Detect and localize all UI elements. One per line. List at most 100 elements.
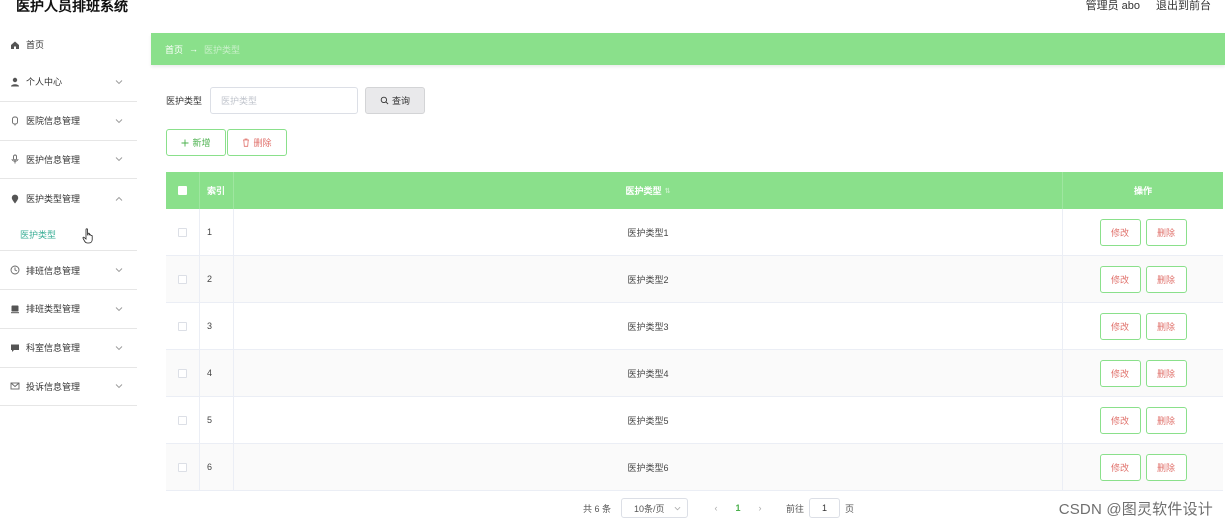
add-button[interactable]: 新增 [166,129,226,156]
sidebar-item-label: 投诉信息管理 [26,381,81,392]
chevron-down-icon [115,307,123,312]
watermark: CSDN @图灵软件设计 [1058,501,1213,518]
chevron-down-icon [115,80,123,85]
search-row: 医护类型 查询 [166,87,426,114]
main-content: 首页 → 医护类型 医护类型 查询 新增 删除 索引 医护类型 ⇅ 操作 [151,33,1225,523]
sidebar: 首页 个人中心 医院信息管理 医护信息管理 医护类型管理 医护类型 排班信息管理… [0,26,137,523]
row-index: 6 [200,444,234,490]
edit-button[interactable]: 修改 [1099,453,1141,481]
row-select-cell [166,303,200,349]
chat-icon [10,343,20,353]
chevron-down-icon [115,384,123,389]
plus-icon [181,139,189,146]
row-operations: 修改 删除 [1063,444,1223,490]
table-row: 1 医护类型1 修改 删除 [166,209,1223,256]
sidebar-item-home[interactable]: 首页 [0,26,137,63]
document-icon [10,304,20,314]
hand-cursor-icon [82,228,93,244]
app-title: 医护人员排班系统 [16,0,128,14]
sidebar-item-schedule-type[interactable]: 排班类型管理 [0,290,137,329]
select-all-checkbox[interactable] [178,186,187,195]
sidebar-item-schedule-info[interactable]: 排班信息管理 [0,251,137,290]
delete-button[interactable]: 删除 [1145,312,1187,340]
microphone-icon [10,154,20,164]
search-button-label: 查询 [392,96,411,106]
sidebar-item-medical-type-mgmt[interactable]: 医护类型管理 [0,179,137,218]
search-button[interactable]: 查询 [365,87,426,114]
search-input[interactable] [210,87,359,114]
delete-button[interactable]: 删除 [1145,406,1187,434]
row-select-cell [166,256,200,302]
row-checkbox[interactable] [178,415,187,425]
delete-button[interactable]: 删除 [1145,359,1187,387]
mail-icon [10,381,20,391]
row-index: 2 [200,256,234,302]
sidebar-item-personal-center[interactable]: 个人中心 [0,63,137,102]
sidebar-subitem-label: 医护类型 [20,229,57,240]
edit-button[interactable]: 修改 [1099,312,1141,340]
table-row: 2 医护类型2 修改 删除 [166,256,1223,303]
row-checkbox[interactable] [178,274,187,284]
pagination: 共 6 条 10条/页 ‹ 1 › 前往 页 [583,498,854,518]
sidebar-item-label: 排班信息管理 [26,265,81,276]
row-checkbox[interactable] [178,462,187,472]
chevron-down-icon [115,268,123,273]
sort-icon[interactable]: ⇅ [665,187,671,195]
header-index: 索引 [200,172,234,209]
add-button-label: 新增 [192,138,211,148]
page-size-value: 10条/页 [634,503,665,514]
sidebar-item-department-info[interactable]: 科室信息管理 [0,329,137,368]
row-medical-type: 医护类型1 [234,209,1063,255]
row-select-cell [166,209,200,255]
sidebar-item-complaint-info[interactable]: 投诉信息管理 [0,368,137,407]
row-checkbox[interactable] [178,368,187,378]
sidebar-item-medical-staff-info[interactable]: 医护信息管理 [0,141,137,180]
page-size-select[interactable]: 10条/页 [621,498,689,518]
edit-button[interactable]: 修改 [1099,406,1141,434]
admin-user-label[interactable]: 管理员 abo [1086,0,1140,13]
chevron-down-icon [115,345,123,350]
batch-delete-button-label: 删除 [253,138,272,148]
clock-icon [10,265,20,275]
prev-page-button[interactable]: ‹ [706,503,726,513]
table-row: 3 医护类型3 修改 删除 [166,303,1223,350]
delete-button[interactable]: 删除 [1145,453,1187,481]
edit-button[interactable]: 修改 [1099,265,1141,293]
table-row: 6 医护类型6 修改 删除 [166,444,1223,491]
page-number-current[interactable]: 1 [730,503,746,513]
batch-delete-button[interactable]: 删除 [227,129,287,156]
home-icon [10,40,20,50]
row-operations: 修改 删除 [1063,397,1223,443]
row-select-cell [166,350,200,396]
row-checkbox[interactable] [178,321,187,331]
exit-to-frontend-link[interactable]: 退出到前台 [1156,0,1211,13]
breadcrumb: 首页 → 医护类型 [151,33,1225,65]
header-medical-type[interactable]: 医护类型 ⇅ [234,172,1063,209]
breadcrumb-home[interactable]: 首页 [165,43,183,56]
action-row: 新增 删除 [166,129,287,156]
row-select-cell [166,397,200,443]
row-medical-type: 医护类型5 [234,397,1063,443]
chevron-down-icon [674,506,681,511]
chevron-up-icon [115,196,123,201]
chevron-down-icon [115,118,123,123]
location-icon [10,194,20,204]
sidebar-item-hospital-info[interactable]: 医院信息管理 [0,102,137,141]
sidebar-subitem-medical-type[interactable]: 医护类型 [0,218,137,252]
edit-button[interactable]: 修改 [1099,218,1141,246]
row-index: 3 [200,303,234,349]
row-medical-type: 医护类型6 [234,444,1063,490]
delete-button[interactable]: 删除 [1145,218,1187,246]
sidebar-item-label: 医院信息管理 [26,116,81,127]
row-checkbox[interactable] [178,227,187,237]
delete-button[interactable]: 删除 [1145,265,1187,293]
edit-button[interactable]: 修改 [1099,359,1141,387]
next-page-button[interactable]: › [750,503,770,513]
goto-page-input[interactable] [809,498,841,518]
header-select-all[interactable] [166,172,200,209]
sidebar-item-label: 首页 [26,40,45,50]
row-index: 4 [200,350,234,396]
row-operations: 修改 删除 [1063,256,1223,302]
hospital-icon [10,116,20,126]
sidebar-item-label: 个人中心 [26,77,63,88]
